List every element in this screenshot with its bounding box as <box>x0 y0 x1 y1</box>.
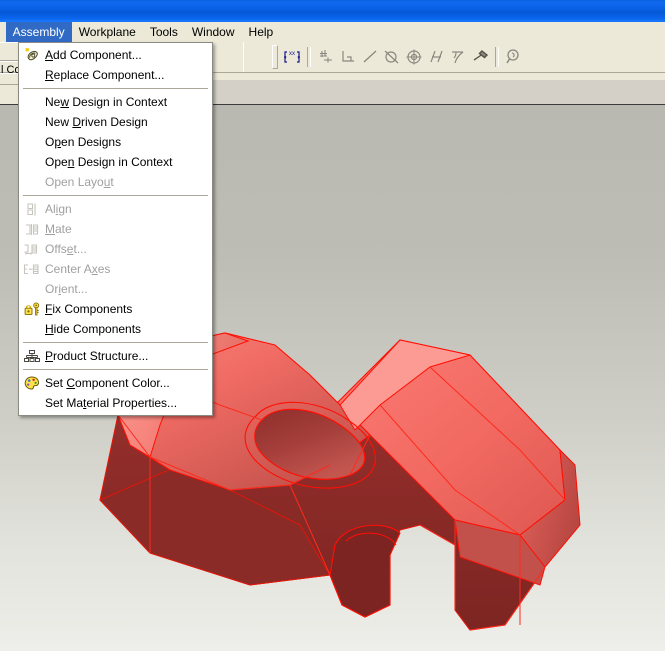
menu-item-open-layout: Open Layout <box>19 172 212 192</box>
no-icon <box>19 279 45 299</box>
menu-item-fix-components[interactable]: Fix Components <box>19 299 212 319</box>
menu-item-label: Set Component Color... <box>45 376 170 390</box>
menu-item-label: Center Axes <box>45 262 111 276</box>
menu-item-align: Align <box>19 199 212 219</box>
model-bottom-notch <box>329 524 401 618</box>
menu-item-add-component[interactable]: Add Component... <box>19 45 212 65</box>
menu-separator-2 <box>23 195 208 196</box>
center-axes-icon <box>19 259 45 279</box>
menu-item-label: Set Material Properties... <box>45 396 178 410</box>
menu-item-label: Hide Components <box>45 322 142 336</box>
menubar-item-workplane[interactable]: Workplane <box>72 22 143 42</box>
menu-item-new-driven-design[interactable]: New Driven Design <box>19 112 212 132</box>
no-icon <box>19 319 45 339</box>
menu-item-hide-components[interactable]: Hide Components <box>19 319 212 339</box>
menu-item-label: New Driven Design <box>45 115 148 129</box>
menu-item-label: Mate <box>45 222 72 236</box>
menu-item-mate: Mate <box>19 219 212 239</box>
align-constraint-icon <box>19 199 45 219</box>
menu-item-label: Replace Component... <box>45 68 165 82</box>
menu-item-replace-component[interactable]: Replace Component... <box>19 65 212 85</box>
left-panel-cell-top[interactable] <box>0 42 20 61</box>
color-palette-icon <box>19 373 45 393</box>
toolbar-gripper[interactable] <box>272 45 278 69</box>
no-icon <box>19 65 45 85</box>
cad-application-window: re Assembly Workplane Tools Window Help … <box>0 0 665 651</box>
concentric-constraint-icon[interactable] <box>403 46 425 68</box>
menu-item-set-material-properties[interactable]: Set Material Properties... <box>19 393 212 413</box>
menu-bar: re Assembly Workplane Tools Window Help <box>0 22 665 42</box>
left-panel-cell-bottom[interactable] <box>0 73 20 85</box>
menu-item-label: Open Design in Context <box>45 155 173 169</box>
toolbar-separator-2 <box>495 47 499 67</box>
offset-constraint-icon <box>19 239 45 259</box>
line-constraint-icon[interactable] <box>359 46 381 68</box>
menubar-item-tools[interactable]: Tools <box>143 22 185 42</box>
menu-item-open-designs[interactable]: Open Designs <box>19 132 212 152</box>
no-icon <box>19 172 45 192</box>
variables-icon[interactable]: xx <box>281 46 303 68</box>
product-structure-icon <box>19 346 45 366</box>
menu-item-label: New Design in Context <box>45 95 168 109</box>
add-component-icon <box>19 45 45 65</box>
no-icon <box>19 132 45 152</box>
assembly-dropdown-menu[interactable]: Add Component... Replace Component... Ne… <box>18 42 213 416</box>
menu-item-new-design-in-context[interactable]: New Design in Context <box>19 92 212 112</box>
menu-item-label: Product Structure... <box>45 349 149 363</box>
fix-constraint-icon[interactable] <box>469 46 491 68</box>
menu-item-center-axes: Center Axes <box>19 259 212 279</box>
no-icon <box>19 112 45 132</box>
svg-text:xx: xx <box>289 51 295 57</box>
no-icon <box>19 393 45 413</box>
point-constraint-icon[interactable] <box>315 46 337 68</box>
menu-item-label: Fix Components <box>45 302 133 316</box>
menu-item-label: Open Layout <box>45 175 114 189</box>
menu-separator-3 <box>23 342 208 343</box>
menu-item-label: Add Component... <box>45 48 142 62</box>
left-panel-cell-component[interactable]: l Co <box>0 61 21 76</box>
tangent-constraint-icon[interactable] <box>381 46 403 68</box>
menu-item-label: Open Designs <box>45 135 122 149</box>
menu-item-open-design-in-context[interactable]: Open Design in Context <box>19 152 212 172</box>
menu-separator-4 <box>23 369 208 370</box>
no-icon <box>19 92 45 112</box>
equal-constraint-icon[interactable] <box>425 46 447 68</box>
toolbar-separator <box>307 47 311 67</box>
menu-item-label: Orient... <box>45 282 88 296</box>
menu-item-product-structure[interactable]: Product Structure... <box>19 346 212 366</box>
perpendicular-constraint-icon[interactable] <box>337 46 359 68</box>
viewport-left-margin <box>0 104 20 651</box>
no-icon <box>19 152 45 172</box>
menu-separator-1 <box>23 88 208 89</box>
menubar-item-window[interactable]: Window <box>185 22 242 42</box>
menu-item-offset: Offset... <box>19 239 212 259</box>
menubar-item-help[interactable]: Help <box>242 22 281 42</box>
menu-item-orient: Orient... <box>19 279 212 299</box>
menubar-item-assembly[interactable]: Assembly <box>5 22 72 42</box>
window-titlebar[interactable] <box>0 0 665 23</box>
menu-item-label: Align <box>45 202 72 216</box>
mate-constraint-icon <box>19 219 45 239</box>
menu-item-label: Offset... <box>45 242 87 256</box>
menu-item-set-component-color[interactable]: Set Component Color... <box>19 373 212 393</box>
inspect-constraint-icon[interactable] <box>503 46 525 68</box>
angle-constraint-icon[interactable] <box>447 46 469 68</box>
lock-key-icon <box>19 299 45 319</box>
